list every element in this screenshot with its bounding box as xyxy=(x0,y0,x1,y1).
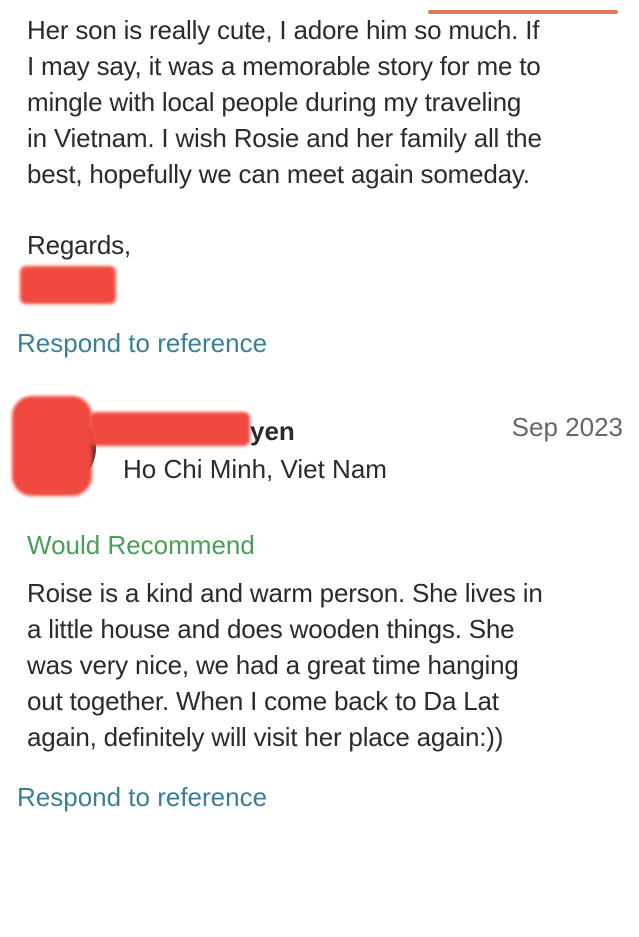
reference-line: a little house and does wooden things. S… xyxy=(27,614,515,644)
reference-line: was very nice, we had a great time hangi… xyxy=(27,650,519,680)
redacted-avatar xyxy=(12,396,92,496)
recommendation-label: Would Recommend xyxy=(27,530,255,560)
reference-line: Her son is really cute, I adore him so m… xyxy=(27,15,540,45)
reference-text: Roise is a kind and warm person. She liv… xyxy=(27,575,543,755)
reviewer-location: Ho Chi Minh, Viet Nam xyxy=(123,454,387,484)
reviewer-name[interactable]: yen xyxy=(250,416,295,447)
reference-line: Roise is a kind and warm person. She liv… xyxy=(27,578,543,608)
reference-line: best, hopefully we can meet again someda… xyxy=(27,159,530,189)
reference-line: again, definitely will visit her place a… xyxy=(27,722,504,752)
respond-to-reference-link[interactable]: Respond to reference xyxy=(17,328,267,359)
reference-line: mingle with local people during my trave… xyxy=(27,87,522,117)
redacted-name xyxy=(90,412,250,446)
reference-line: in Vietnam. I wish Rosie and her family … xyxy=(27,123,542,153)
closing-text: Regards, xyxy=(27,230,131,260)
reference-line: I may say, it was a memorable story for … xyxy=(27,51,541,81)
reference-text: Her son is really cute, I adore him so m… xyxy=(27,12,542,192)
reference-date: Sep 2023 xyxy=(511,412,623,442)
reference-line: out together. When I come back to Da Lat xyxy=(27,686,499,716)
redacted-signature xyxy=(20,266,116,304)
respond-to-reference-link[interactable]: Respond to reference xyxy=(17,782,267,813)
